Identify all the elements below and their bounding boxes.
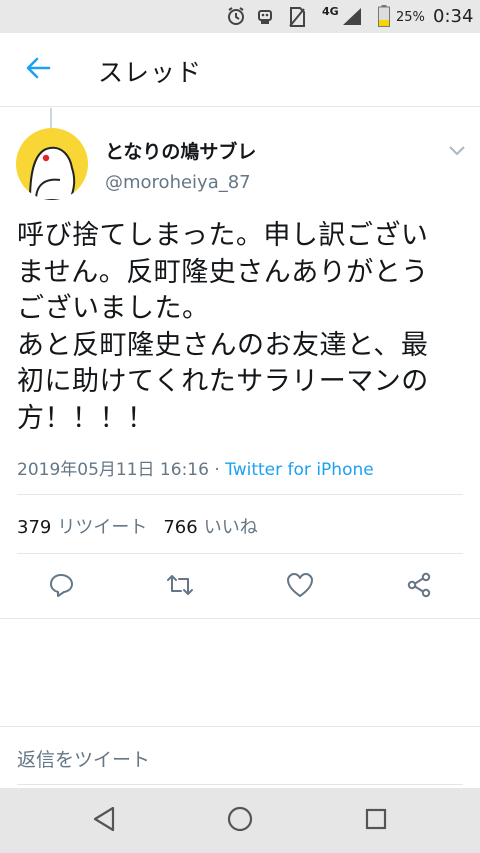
nav-recents-button[interactable]	[356, 804, 396, 838]
avatar[interactable]	[16, 128, 88, 200]
like-icon	[286, 572, 314, 602]
like-label: いいね	[203, 517, 258, 538]
no-sim-icon	[287, 6, 307, 32]
triangle-back-icon	[92, 806, 116, 836]
like-stat[interactable]: 766 いいね	[163, 517, 257, 538]
retweet-button[interactable]	[162, 570, 198, 604]
battery-icon	[378, 5, 390, 31]
arrow-left-icon	[25, 57, 51, 83]
status-bar: 4G 25% 0:34	[0, 0, 480, 33]
section-divider	[0, 618, 480, 619]
section-divider	[0, 726, 480, 727]
retweet-label: リツイート	[57, 517, 148, 538]
alarm-icon	[226, 6, 246, 30]
nav-home-button[interactable]	[220, 804, 260, 838]
tweet-text: 呼び捨てしまった。申し訳ござい ません。反町隆史さんありがとう ございました。 …	[17, 220, 429, 434]
display-name[interactable]: となりの鳩サブレ	[105, 137, 256, 164]
meta-separator: ·	[208, 460, 226, 480]
back-button[interactable]	[18, 51, 58, 89]
retweet-count: 379	[17, 517, 52, 538]
network-type: 4G	[322, 5, 339, 18]
clock: 0:34	[433, 6, 474, 27]
chevron-down-icon	[449, 141, 465, 160]
like-button[interactable]	[282, 570, 318, 604]
tweet-menu-button[interactable]	[443, 138, 471, 162]
share-button[interactable]	[401, 570, 437, 604]
retweet-stat[interactable]: 379 リツイート	[17, 517, 147, 538]
signal-icon	[341, 6, 363, 30]
tweet-stats: 379 リツイート 766 いいね	[17, 513, 258, 539]
app-header: スレッド	[0, 33, 480, 107]
username[interactable]: @moroheiya_87	[105, 172, 251, 193]
tweet-timestamp: 2019年05月11日 16:16	[17, 460, 209, 480]
tweet-meta: 2019年05月11日 16:16 · Twitter for iPhone	[17, 455, 374, 480]
reply-icon	[48, 572, 74, 602]
square-recents-icon	[365, 808, 387, 834]
system-nav-bar	[0, 788, 480, 853]
reply-button[interactable]	[43, 570, 79, 604]
circle-home-icon	[227, 806, 253, 836]
like-count: 766	[163, 517, 198, 538]
retweet-icon	[165, 572, 195, 602]
share-icon	[406, 572, 432, 602]
divider	[17, 494, 463, 495]
battery-percent: 25%	[396, 10, 425, 25]
section-divider	[17, 784, 463, 785]
page-title: スレッド	[98, 58, 203, 87]
divider	[17, 553, 463, 554]
nav-back-button[interactable]	[84, 804, 124, 838]
tweet-source-link[interactable]: Twitter for iPhone	[225, 460, 374, 480]
thread-connector	[50, 108, 52, 128]
robot-icon	[255, 6, 275, 30]
reply-compose-input[interactable]: 返信をツイート	[17, 745, 150, 772]
